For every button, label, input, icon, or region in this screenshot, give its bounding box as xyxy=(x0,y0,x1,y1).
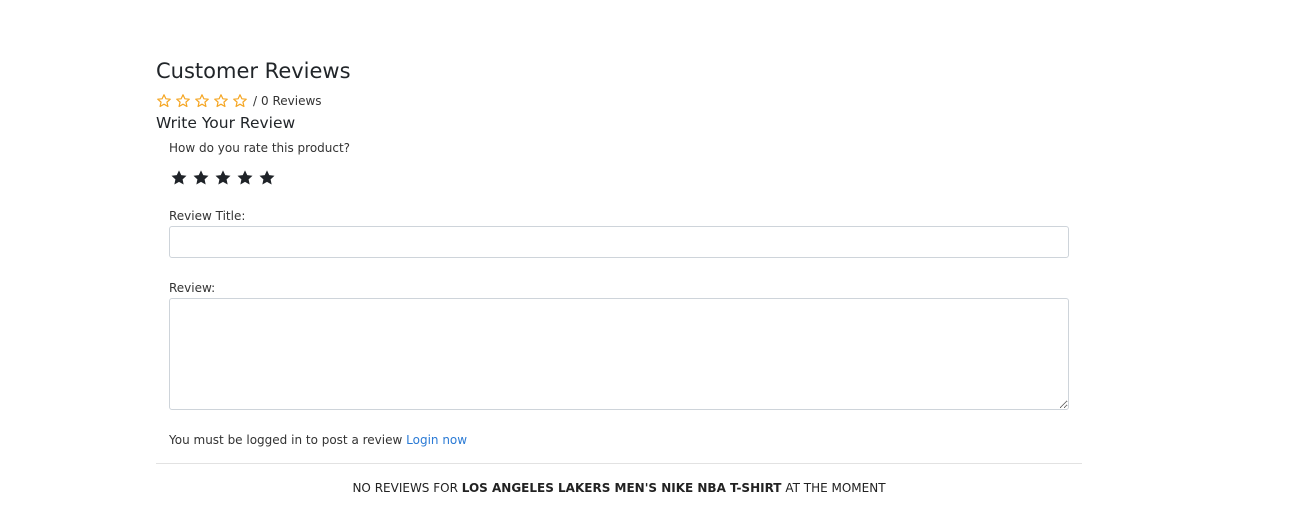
summary-separator: / xyxy=(253,94,258,108)
rating-summary: / 0 Reviews xyxy=(156,93,322,109)
empty-star-icon xyxy=(232,93,248,109)
review-body-textarea[interactable] xyxy=(169,298,1069,410)
review-count: 0 Reviews xyxy=(261,94,322,108)
no-reviews-prefix: NO REVIEWS FOR xyxy=(352,481,458,495)
reviews-title: Customer Reviews xyxy=(156,59,351,83)
no-reviews-suffix: AT THE MOMENT xyxy=(785,481,886,495)
empty-star-icon xyxy=(156,93,172,109)
rate-star-5[interactable] xyxy=(258,169,276,187)
rate-star-1[interactable] xyxy=(170,169,188,187)
section-divider xyxy=(156,463,1082,464)
empty-star-icon xyxy=(175,93,191,109)
empty-star-icon xyxy=(194,93,210,109)
rate-star-2[interactable] xyxy=(192,169,210,187)
average-rating-stars xyxy=(156,93,248,109)
write-review-title: Write Your Review xyxy=(156,114,296,132)
rate-star-4[interactable] xyxy=(236,169,254,187)
login-now-link[interactable]: Login now xyxy=(406,433,467,447)
review-body-label: Review: xyxy=(169,281,216,295)
no-reviews-message: NO REVIEWS FOR LOS ANGELES LAKERS MEN'S … xyxy=(156,480,1082,496)
product-name: LOS ANGELES LAKERS MEN'S NIKE NBA T-SHIR… xyxy=(461,481,782,495)
rating-input xyxy=(170,169,276,187)
review-title-input[interactable] xyxy=(169,226,1069,258)
empty-star-icon xyxy=(213,93,229,109)
review-title-label: Review Title: xyxy=(169,209,246,223)
login-prompt-text: You must be logged in to post a review xyxy=(169,433,403,447)
rate-question: How do you rate this product? xyxy=(169,141,351,155)
login-prompt: You must be logged in to post a review L… xyxy=(169,432,467,448)
rate-star-3[interactable] xyxy=(214,169,232,187)
